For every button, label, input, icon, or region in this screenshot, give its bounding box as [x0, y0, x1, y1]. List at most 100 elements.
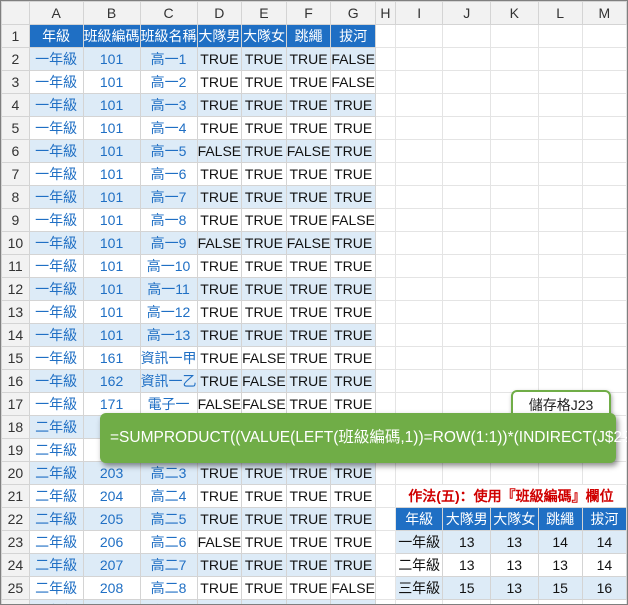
table-header-cell[interactable]: 跳繩 [285, 24, 332, 48]
table-cell[interactable]: TRUE [196, 461, 243, 485]
sheet-cell[interactable] [442, 300, 492, 324]
table-cell[interactable]: TRUE [196, 47, 243, 71]
sheet-cell[interactable] [581, 461, 627, 485]
table-cell[interactable]: 一年級 [28, 392, 84, 416]
sheet-cell[interactable] [490, 93, 539, 117]
table-cell[interactable]: 高一13 [139, 323, 198, 347]
table-cell[interactable]: 207 [82, 553, 141, 577]
table-cell[interactable]: 高一2 [139, 70, 198, 94]
row-header-17[interactable]: 17 [1, 392, 30, 416]
sheet-cell[interactable] [581, 116, 627, 140]
table-cell[interactable]: 一年級 [28, 139, 84, 163]
sheet-cell[interactable] [490, 254, 539, 278]
table-cell[interactable]: TRUE [285, 277, 332, 301]
table-header-cell[interactable]: 拔河 [330, 24, 376, 48]
method-note[interactable]: 作法(五)：使用『班級編碼』欄位 [394, 484, 627, 508]
table-cell[interactable]: 一年級 [28, 323, 84, 347]
sheet-cell[interactable] [537, 208, 583, 232]
table-cell[interactable]: 高一5 [139, 139, 198, 163]
sheet-cell[interactable] [374, 254, 396, 278]
table-cell[interactable]: 二年級 [28, 438, 84, 462]
table-cell[interactable]: TRUE [196, 576, 243, 600]
sheet-cell[interactable] [537, 346, 583, 370]
summary-cell[interactable]: 三年級 [394, 576, 444, 600]
table-cell[interactable]: 高一1 [139, 47, 198, 71]
sheet-cell[interactable] [537, 70, 583, 94]
sheet-cell[interactable] [490, 208, 539, 232]
table-cell[interactable]: TRUE [285, 576, 332, 600]
table-cell[interactable]: 二年級 [28, 507, 84, 531]
sheet-cell[interactable] [374, 116, 396, 140]
table-cell[interactable]: FALSE [241, 369, 287, 393]
column-header-C[interactable]: C [139, 1, 198, 25]
table-cell[interactable]: 206 [82, 530, 141, 554]
sheet-cell[interactable] [581, 24, 627, 48]
table-cell[interactable]: 二年級 [28, 415, 84, 439]
table-cell[interactable]: 208 [82, 576, 141, 600]
row-header-13[interactable]: 13 [1, 300, 30, 324]
sheet-cell[interactable] [581, 300, 627, 324]
table-cell[interactable]: TRUE [330, 599, 376, 604]
sheet-cell[interactable] [394, 93, 444, 117]
table-cell[interactable]: FALSE [196, 139, 243, 163]
column-header-K[interactable]: K [490, 1, 539, 25]
summary-cell[interactable]: 13 [442, 530, 492, 554]
summary-cell[interactable]: 13 [537, 553, 583, 577]
sheet-cell[interactable] [394, 461, 444, 485]
sheet-cell[interactable] [581, 185, 627, 209]
sheet-cell[interactable] [490, 599, 539, 604]
sheet-cell[interactable] [581, 277, 627, 301]
table-cell[interactable]: TRUE [196, 369, 243, 393]
table-cell[interactable]: TRUE [330, 277, 376, 301]
sheet-cell[interactable] [442, 24, 492, 48]
table-cell[interactable]: TRUE [241, 323, 287, 347]
table-cell[interactable]: TRUE [330, 300, 376, 324]
summary-header-cell[interactable]: 大隊男 [442, 507, 492, 531]
sheet-cell[interactable] [581, 599, 627, 604]
sheet-cell[interactable] [581, 254, 627, 278]
table-cell[interactable]: TRUE [330, 162, 376, 186]
table-cell[interactable]: TRUE [241, 530, 287, 554]
table-cell[interactable]: TRUE [330, 484, 376, 508]
sheet-cell[interactable] [537, 24, 583, 48]
table-cell[interactable]: TRUE [241, 139, 287, 163]
summary-cell[interactable]: 15 [442, 576, 492, 600]
sheet-cell[interactable] [537, 185, 583, 209]
table-cell[interactable]: TRUE [241, 208, 287, 232]
sheet-cell[interactable] [442, 162, 492, 186]
table-cell[interactable]: 二年級 [28, 484, 84, 508]
table-cell[interactable]: 高二7 [139, 553, 198, 577]
table-cell[interactable]: 一年級 [28, 116, 84, 140]
sheet-cell[interactable] [374, 553, 396, 577]
table-cell[interactable]: 高一9 [139, 231, 198, 255]
table-cell[interactable]: TRUE [196, 346, 243, 370]
sheet-cell[interactable] [442, 70, 492, 94]
column-header-F[interactable]: F [285, 1, 332, 25]
table-cell[interactable]: FALSE [196, 231, 243, 255]
sheet-cell[interactable] [490, 116, 539, 140]
table-cell[interactable]: 高二5 [139, 507, 198, 531]
table-cell[interactable]: 高二4 [139, 484, 198, 508]
row-header-23[interactable]: 23 [1, 530, 30, 554]
table-cell[interactable]: TRUE [196, 277, 243, 301]
table-cell[interactable]: TRUE [196, 507, 243, 531]
table-cell[interactable]: 101 [82, 254, 141, 278]
row-header-1[interactable]: 1 [1, 24, 30, 48]
row-header-7[interactable]: 7 [1, 162, 30, 186]
table-cell[interactable]: TRUE [241, 300, 287, 324]
sheet-cell[interactable] [537, 254, 583, 278]
sheet-cell[interactable] [581, 93, 627, 117]
table-cell[interactable]: TRUE [285, 47, 332, 71]
summary-cell[interactable]: 13 [442, 553, 492, 577]
table-cell[interactable]: 高一7 [139, 185, 198, 209]
summary-cell[interactable]: 14 [537, 530, 583, 554]
sheet-cell[interactable] [374, 507, 396, 531]
column-header-G[interactable]: G [330, 1, 376, 25]
sheet-cell[interactable] [394, 599, 444, 604]
table-header-cell[interactable]: 班級編碼 [82, 24, 141, 48]
table-cell[interactable]: FALSE [241, 346, 287, 370]
table-cell[interactable]: TRUE [196, 162, 243, 186]
table-cell[interactable]: 高二6 [139, 530, 198, 554]
sheet-cell[interactable] [394, 139, 444, 163]
sheet-cell[interactable] [537, 231, 583, 255]
